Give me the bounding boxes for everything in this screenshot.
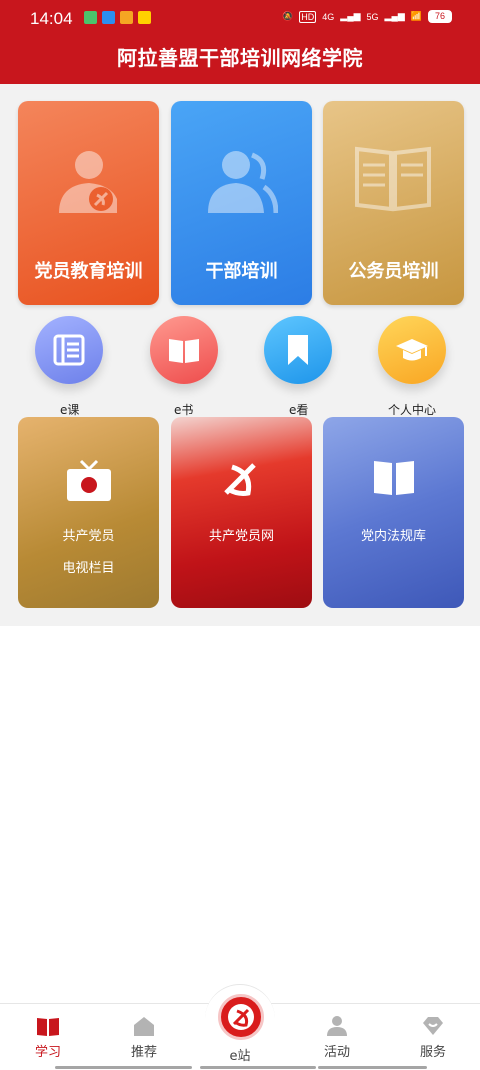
tile-label: 电视栏目 (62, 561, 115, 576)
party-member-icon (59, 151, 117, 213)
tv-icon (67, 459, 111, 501)
personal-center-label: 个人中心 (388, 403, 437, 417)
signal-5g: 5G (366, 11, 379, 22)
book-icon (355, 146, 431, 212)
tab-study[interactable]: 学习 (8, 1015, 88, 1060)
tab-e-station-label: e站 (229, 1049, 251, 1064)
e-book-label: e书 (174, 403, 194, 417)
tile-label: 共产党员 (62, 529, 115, 544)
tab-label: 服务 (419, 1045, 446, 1060)
e-station-button[interactable] (218, 994, 264, 1040)
notification-app-icon (138, 11, 151, 24)
book-icon (37, 1018, 59, 1036)
signal-4g: 4G (322, 11, 335, 22)
notification-app-icon (102, 11, 115, 24)
card-label: 公务员培训 (348, 261, 439, 282)
open-book-icon (374, 461, 414, 495)
e-book-button[interactable] (150, 316, 218, 384)
signal-icon: ▂▄▆ (384, 11, 405, 21)
card-label: 干部培训 (205, 261, 278, 282)
bookmark-icon (288, 335, 308, 365)
home-icon (134, 1017, 154, 1036)
system-home-indicator (318, 1066, 427, 1069)
party-emblem-icon (224, 463, 256, 496)
tile-label: 党内法规库 (360, 529, 426, 544)
book-icon (169, 339, 199, 363)
e-watch-label: e看 (289, 403, 309, 417)
battery-icon: 76 (428, 10, 452, 23)
signal-icon: ▂▄▆ (340, 11, 361, 21)
status-app-icons (84, 11, 151, 24)
page-title: 阿拉善盟干部培训网络学院 (117, 46, 363, 70)
tile-party-website[interactable]: 共产党员网 (171, 417, 312, 608)
party-emblem-icon (228, 1004, 254, 1030)
tile-party-regulations[interactable]: 党内法规库 (323, 417, 464, 608)
card-cadre-training[interactable]: 干部培训 (171, 101, 312, 305)
tab-service[interactable]: 服务 (393, 1015, 473, 1060)
e-course-button[interactable] (35, 316, 103, 384)
card-civil-servant-training[interactable]: 公务员培训 (323, 101, 464, 305)
tab-label: 活动 (323, 1045, 350, 1060)
status-time: 14:04 (30, 9, 73, 28)
tab-activity[interactable]: 活动 (297, 1015, 377, 1060)
personal-center-button[interactable] (378, 316, 446, 384)
hd-indicator: HD (299, 10, 317, 23)
status-bar: 14:04 🔕 HD 4G ▂▄▆ 5G ▂▄▆ 📶 76 (0, 0, 480, 36)
tab-label: 学习 (34, 1045, 61, 1060)
list-icon (53, 334, 85, 366)
card-party-member-training[interactable]: 党员教育培训 (18, 101, 159, 305)
tab-recommend[interactable]: 推荐 (104, 1015, 184, 1060)
graduation-cap-icon (396, 339, 428, 361)
mute-icon: 🔕 (282, 11, 294, 21)
e-course-label: e课 (60, 403, 80, 417)
cadre-icon (208, 151, 278, 214)
app-header: 14:04 🔕 HD 4G ▂▄▆ 5G ▂▄▆ 📶 76 阿拉善盟干部培训网络… (0, 0, 480, 84)
tab-label: 推荐 (130, 1045, 157, 1060)
tile-party-tv[interactable]: 共产党员 电视栏目 (18, 417, 159, 608)
heart-diamond-icon (423, 1017, 443, 1035)
notification-app-icon (120, 11, 133, 24)
system-home-indicator (200, 1066, 316, 1069)
person-icon (327, 1016, 347, 1036)
status-right: 🔕 HD 4G ▂▄▆ 5G ▂▄▆ 📶 76 (282, 10, 452, 23)
notification-app-icon (84, 11, 97, 24)
tile-label: 共产党员网 (208, 529, 274, 544)
system-home-indicator (55, 1066, 192, 1069)
card-label: 党员教育培训 (34, 261, 143, 282)
e-watch-button[interactable] (264, 316, 332, 384)
wifi-icon: 📶 (410, 11, 422, 21)
